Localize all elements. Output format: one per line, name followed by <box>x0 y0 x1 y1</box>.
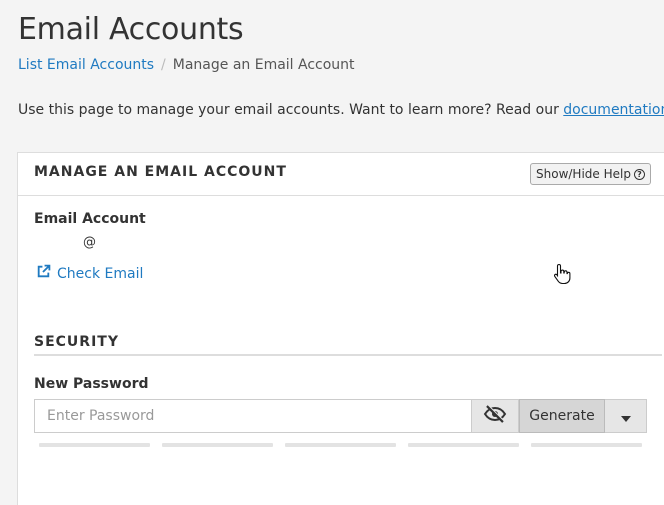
eye-slash-icon <box>483 404 507 427</box>
new-password-input[interactable] <box>34 399 471 433</box>
documentation-link[interactable]: documentation <box>563 102 664 118</box>
question-circle-icon: ? <box>633 168 645 180</box>
panel-title: MANAGE AN EMAIL ACCOUNT <box>34 164 287 180</box>
generate-options-dropdown[interactable] <box>605 399 647 433</box>
check-email-label: Check Email <box>57 265 144 282</box>
password-input-group: Generate <box>34 399 647 433</box>
password-strength-segment <box>285 443 396 447</box>
caret-down-icon <box>620 407 631 426</box>
breadcrumb-current: Manage an Email Account <box>172 57 355 73</box>
toggle-password-visibility-button[interactable] <box>471 399 519 433</box>
external-link-icon <box>36 264 51 283</box>
security-section-title: SECURITY <box>34 334 119 350</box>
email-account-value: @ <box>83 235 96 250</box>
breadcrumb-separator: / <box>161 57 166 73</box>
intro-text: Use this page to manage your email accou… <box>18 102 664 120</box>
panel-header: MANAGE AN EMAIL ACCOUNT Show/Hide Help ? <box>18 153 664 196</box>
help-button-label: Show/Hide Help <box>536 167 631 181</box>
security-divider <box>34 354 662 356</box>
new-password-label: New Password <box>34 376 149 392</box>
show-hide-help-button[interactable]: Show/Hide Help ? <box>530 163 651 185</box>
manage-email-panel: MANAGE AN EMAIL ACCOUNT Show/Hide Help ?… <box>17 152 664 505</box>
intro-text-body: Use this page to manage your email accou… <box>18 102 564 118</box>
breadcrumb-list-email-accounts[interactable]: List Email Accounts <box>18 57 154 73</box>
password-strength-segment <box>39 443 150 447</box>
password-strength-segment <box>162 443 273 447</box>
check-email-link[interactable]: Check Email <box>36 264 143 283</box>
password-strength-segment <box>531 443 642 447</box>
password-strength-segment <box>408 443 519 447</box>
generate-password-button[interactable]: Generate <box>519 399 605 433</box>
breadcrumb: List Email Accounts / Manage an Email Ac… <box>18 57 355 73</box>
email-account-label: Email Account <box>34 211 146 227</box>
page-title: Email Accounts <box>18 12 244 47</box>
documentation-link-label: documentation <box>563 102 664 118</box>
